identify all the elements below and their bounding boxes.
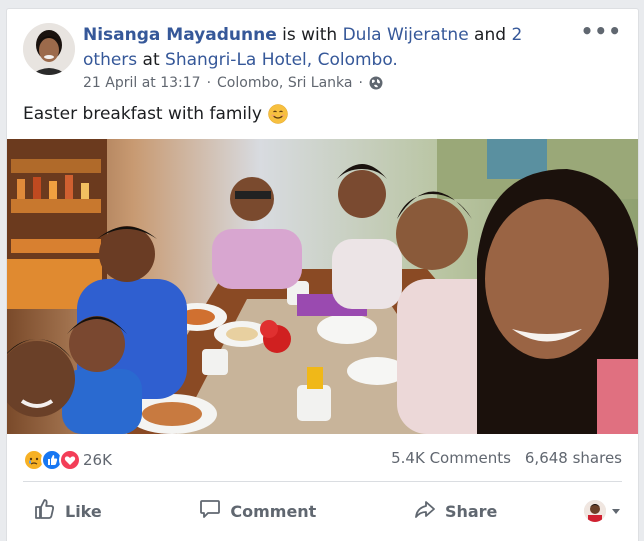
reaction-audience-selector[interactable]: [584, 500, 622, 522]
post-header: Nisanga Mayadunne is with Dula Wijeratne…: [83, 23, 553, 73]
post-message: Easter breakfast with family: [23, 104, 262, 124]
share-button[interactable]: Share: [403, 491, 507, 531]
like-label: Like: [65, 501, 102, 521]
post-meta: 21 April at 13:17 · Colombo, Sri Lanka ·: [83, 75, 383, 91]
place-link[interactable]: Shangri-La Hotel, Colombo.: [165, 50, 398, 70]
engagement-counts: 5.4K Comments 6,648 shares: [391, 449, 622, 467]
author-name-link[interactable]: Nisanga Mayadunne: [83, 25, 277, 45]
post-card: Nisanga Mayadunne is with Dula Wijeratne…: [6, 8, 639, 541]
comments-count-link[interactable]: 5.4K Comments: [391, 449, 511, 467]
divider: [23, 481, 622, 482]
tagged-person-link[interactable]: Dula Wijeratne: [343, 25, 469, 45]
and-text: and: [468, 25, 512, 45]
comment-label: Comment: [230, 501, 317, 521]
with-text: is with: [276, 25, 343, 45]
love-reaction-icon: [59, 449, 81, 471]
reaction-icons: [23, 449, 81, 471]
shares-count-link[interactable]: 6,648 shares: [525, 449, 622, 467]
viewer-avatar: [584, 500, 606, 522]
smiling-face-emoji: [268, 104, 288, 124]
like-button[interactable]: Like: [23, 491, 112, 531]
comment-button[interactable]: Comment: [188, 491, 326, 531]
comment-bubble-icon: [198, 497, 222, 525]
meta-separator-2: ·: [358, 75, 363, 91]
globe-icon[interactable]: [369, 76, 383, 90]
post-photo[interactable]: [7, 139, 638, 434]
post-location[interactable]: Colombo, Sri Lanka: [217, 75, 352, 91]
reactions-summary[interactable]: 26K: [23, 449, 112, 471]
more-options-icon[interactable]: •••: [581, 21, 622, 41]
at-text: at: [137, 50, 166, 70]
meta-separator: ·: [206, 75, 212, 91]
post-date-link[interactable]: 21 April at 13:17: [83, 75, 201, 91]
reaction-count[interactable]: 26K: [83, 451, 112, 469]
author-avatar[interactable]: [23, 23, 75, 75]
thumbs-up-icon: [33, 497, 57, 525]
action-bar: Like Comment Share: [23, 491, 622, 531]
share-arrow-icon: [413, 497, 437, 525]
post-text: Easter breakfast with family: [23, 104, 288, 124]
share-label: Share: [444, 501, 498, 521]
caret-down-icon: [610, 502, 622, 521]
